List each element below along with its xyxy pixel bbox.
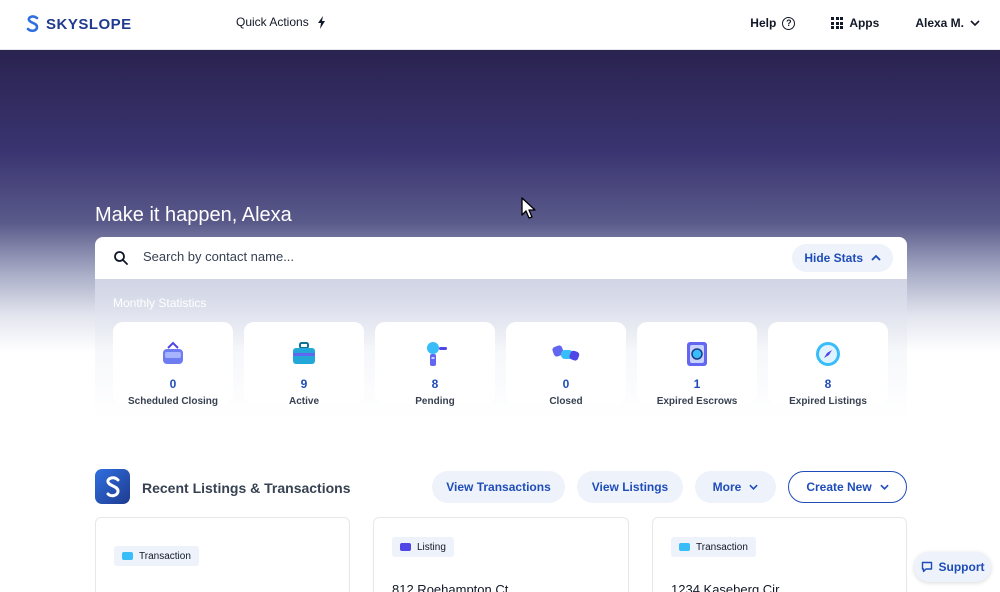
tag-label: Transaction [139,550,191,562]
magnifier-document-icon [687,342,707,366]
view-transactions-label: View Transactions [446,480,551,494]
tag-label: Listing [417,541,446,553]
view-transactions-button[interactable]: View Transactions [432,471,565,503]
skyslope-s-icon [105,475,120,497]
stat-label: Closed [549,396,583,407]
quick-actions-button[interactable]: Quick Actions [236,15,326,29]
hide-stats-button[interactable]: Hide Stats [792,244,893,272]
handshake-icon [552,345,580,361]
search-icon [114,251,128,265]
recent-section-title: Recent Listings & Transactions [142,480,351,496]
more-label: More [712,480,742,494]
top-navigation-bar: SKYSLOPE Quick Actions Help ? Apps Alexa… [0,0,1000,50]
help-button[interactable]: Help ? [750,16,796,30]
stat-label: Expired Escrows [656,396,738,407]
chevron-down-icon [970,20,980,26]
tag-icon [679,543,690,551]
mouse-pointer-icon [521,197,536,219]
card-address: 1234 Kaseberg Cir [671,582,780,592]
stat-value: 0 [562,377,570,391]
stat-label: Pending [415,396,455,407]
quick-actions-label: Quick Actions [236,15,309,29]
view-listings-label: View Listings [591,480,669,494]
recent-card-transaction[interactable]: Transaction 1234 Kaseberg Cir [652,517,907,592]
stat-value: 0 [169,377,177,391]
stat-card-pending[interactable]: 8 Pending [375,322,495,407]
search-bar: Hide Stats [95,237,907,279]
hourglass-icon [427,342,447,366]
support-label: Support [938,560,985,574]
tag-icon [122,552,133,560]
lightning-icon [317,15,325,29]
briefcase-icon [293,342,315,364]
tag-label: Transaction [696,541,748,553]
stat-label: Active [288,396,319,407]
stat-card-active[interactable]: 9 Active [244,322,364,407]
apps-button[interactable]: Apps [831,16,879,30]
contact-search-input[interactable] [143,249,663,264]
more-button[interactable]: More [695,471,776,503]
chat-bubble-icon [921,561,932,573]
stat-value: 1 [693,377,701,391]
hero-greeting: Make it happen, Alexa [95,204,292,226]
card-address: 812 Roehampton Ct [392,582,509,592]
stat-card-closed[interactable]: 0 Closed [506,322,626,407]
skyslope-app-logo [95,469,130,504]
skyslope-logo-icon [26,15,39,33]
create-new-button[interactable]: Create New [788,471,907,503]
type-tag: Listing [392,537,454,557]
logo-text: SKYSLOPE [46,15,132,33]
type-tag: Transaction [671,537,756,557]
help-question-icon: ? [782,16,796,30]
type-tag: Transaction [114,546,199,566]
create-new-label: Create New [806,480,872,494]
tag-icon [400,543,411,551]
compass-icon [816,342,840,366]
stat-value: 9 [300,377,308,391]
stats-section-label: Monthly Statistics [113,296,207,310]
stat-value: 8 [431,377,439,391]
calendar-bag-icon [163,341,183,364]
support-button[interactable]: Support [914,552,991,582]
apps-label: Apps [849,16,880,30]
user-name: Alexa M. [915,16,964,30]
user-menu-button[interactable]: Alexa M. [915,16,980,30]
recent-card-listing[interactable]: Listing 812 Roehampton Ct [373,517,629,592]
chevron-down-icon [880,484,889,490]
help-label: Help [750,16,777,30]
recent-card-transaction[interactable]: Transaction [95,517,350,592]
skyslope-logo[interactable]: SKYSLOPE [26,14,132,34]
monthly-stats-panel: Monthly Statistics 0 Scheduled Closing 9… [95,279,907,419]
apps-grid-icon [831,17,844,29]
stat-card-scheduled-closing[interactable]: 0 Scheduled Closing [113,322,233,407]
chevron-down-icon [749,484,759,490]
view-listings-button[interactable]: View Listings [577,471,683,503]
stat-card-expired-escrows[interactable]: 1 Expired Escrows [637,322,757,407]
chevron-up-icon [871,255,881,261]
stat-value: 8 [824,377,832,391]
hide-stats-label: Hide Stats [804,251,863,265]
stat-card-expired-listings[interactable]: 8 Expired Listings [768,322,888,407]
stat-label: Expired Listings [789,396,867,407]
nav-right-group: Help ? Apps Alexa M. [750,16,980,30]
stat-label: Scheduled Closing [127,396,218,407]
